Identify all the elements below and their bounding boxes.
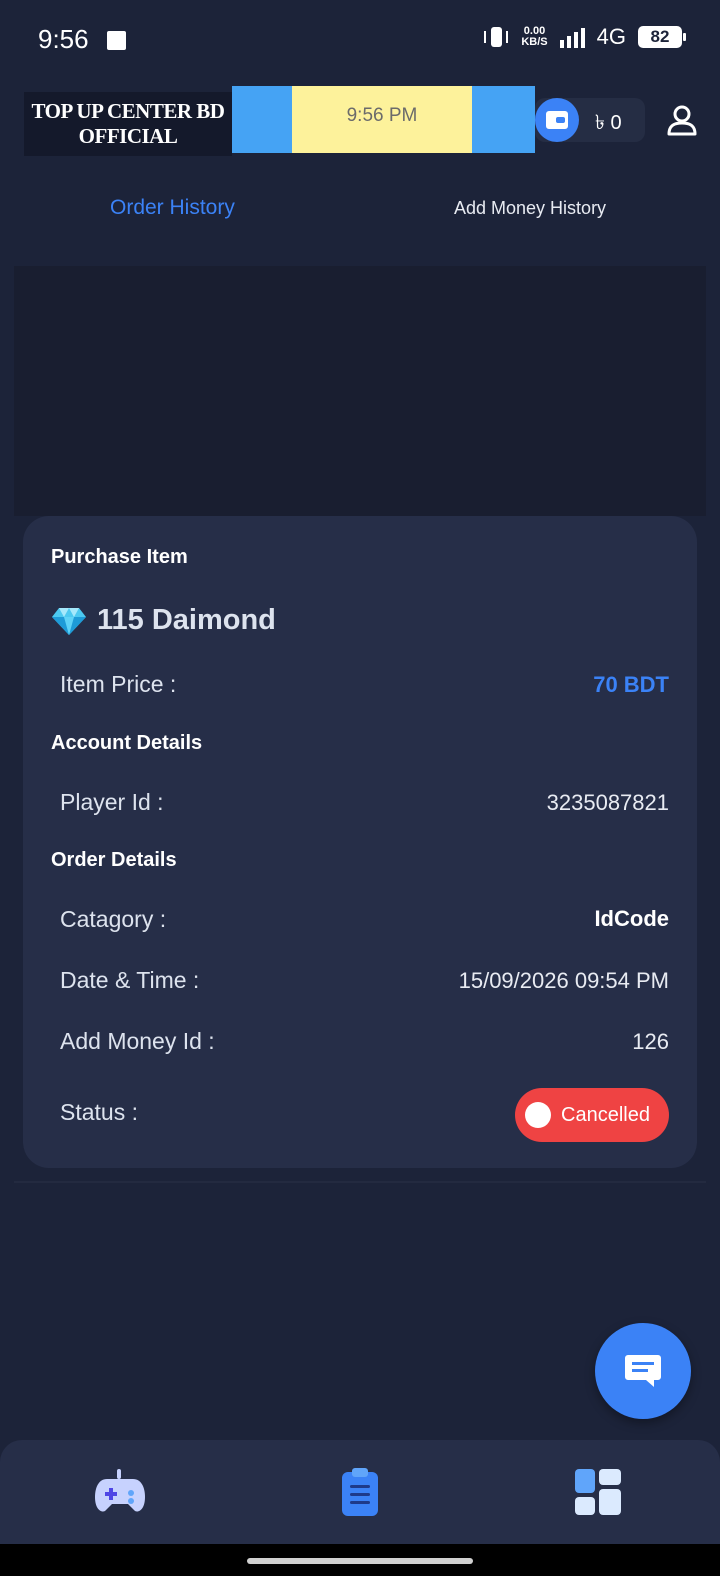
wallet-balance[interactable]: ৳ 0 (535, 98, 645, 142)
nav-dashboard[interactable] (568, 1462, 628, 1522)
status-label: Status : (60, 1099, 138, 1125)
history-tabs: Order History Add Money History (0, 166, 720, 256)
chat-icon (625, 1355, 661, 1387)
notification-icon (107, 31, 126, 50)
add-money-id-value: 126 (632, 1029, 669, 1054)
dashboard-icon (575, 1469, 621, 1515)
network-speed-unit: KB/S (521, 36, 548, 48)
status-badge: Cancelled (515, 1088, 669, 1142)
datetime-value: 15/09/2026 09:54 PM (458, 968, 669, 993)
divider (14, 1181, 706, 1183)
player-id-value: 3235087821 (546, 790, 669, 815)
gamepad-icon (95, 1469, 145, 1512)
status-text: Cancelled (561, 1103, 650, 1126)
order-details-title: Order Details (51, 849, 177, 871)
diamond-icon (52, 607, 86, 635)
bottom-nav (0, 1440, 720, 1544)
account-details-title: Account Details (51, 732, 203, 754)
item-row: 115 Daimond (51, 604, 276, 637)
signal-icon (559, 26, 585, 48)
profile-icon[interactable] (666, 104, 698, 136)
status-time: 9:56 (38, 24, 89, 54)
ad-placeholder (14, 266, 706, 516)
app-header: TOP UP CENTER BD OFFICIAL 9:56 PM ৳ 0 (0, 80, 720, 166)
player-id-label: Player Id : (60, 789, 164, 815)
item-price-label: Item Price : (60, 671, 177, 697)
category-value: IdCode (594, 906, 669, 931)
home-indicator[interactable] (247, 1558, 473, 1564)
app-logo[interactable]: TOP UP CENTER BD OFFICIAL (24, 92, 232, 156)
item-price-value: 70 BDT (593, 672, 669, 697)
nav-games[interactable] (90, 1462, 150, 1522)
logo-line-2: OFFICIAL (78, 124, 178, 148)
balance-amount: ৳ 0 (595, 112, 622, 134)
datetime-label: Date & Time : (60, 967, 200, 993)
category-label: Catagory : (60, 906, 167, 932)
vibrate-icon (483, 25, 509, 49)
banner-time: 9:56 PM (292, 86, 472, 153)
status-dot-icon (525, 1102, 551, 1128)
battery-icon: 82 (638, 26, 686, 48)
tab-add-money-history[interactable]: Add Money History (454, 198, 606, 219)
network-type: 4G (596, 24, 626, 49)
status-indicators: 0.00 KB/S 4G 82 (483, 24, 686, 50)
purchase-item-title: Purchase Item (51, 546, 188, 568)
orders-icon (342, 1468, 378, 1516)
header-banner: 9:56 PM (232, 86, 535, 153)
logo-line-1: TOP UP CENTER BD (31, 99, 225, 123)
add-money-id-label: Add Money Id : (60, 1028, 215, 1054)
wallet-icon[interactable] (535, 98, 579, 142)
tab-order-history[interactable]: Order History (110, 196, 235, 220)
item-name: 115 Daimond (97, 604, 276, 636)
status-bar: 9:56 0.00 KB/S 4G 82 (0, 0, 720, 80)
network-speed: 0.00 KB/S (521, 26, 547, 48)
nav-orders[interactable] (330, 1462, 390, 1522)
order-card: Purchase Item 115 Daimond Item Price : 7… (23, 516, 697, 1168)
chat-button[interactable] (595, 1323, 691, 1419)
